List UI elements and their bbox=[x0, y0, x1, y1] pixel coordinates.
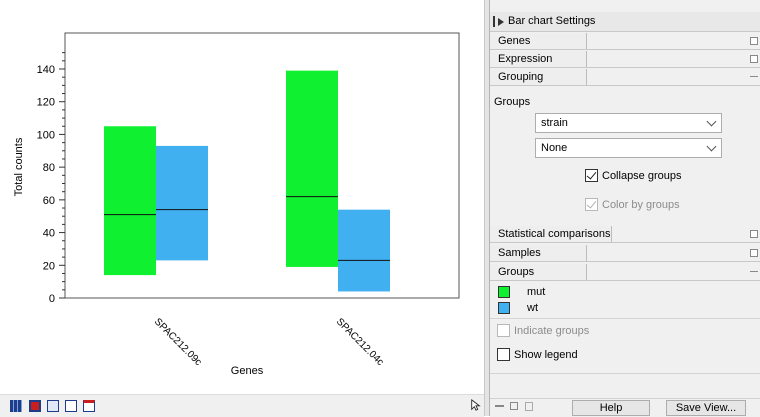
bar-chart: 0 20 40 60 80 100 120 140 Total counts SPAC212.09… bbox=[13, 32, 460, 377]
section-groups[interactable]: Groups bbox=[490, 264, 760, 281]
collapse-groups-label: Collapse groups bbox=[602, 170, 682, 182]
panel-title: Bar chart Settings bbox=[508, 15, 596, 27]
bar-mut bbox=[286, 70, 338, 267]
pdf-export-icon[interactable] bbox=[83, 400, 95, 412]
bar-chart-view-icon[interactable] bbox=[29, 400, 41, 412]
section-genes[interactable]: Genes bbox=[490, 33, 760, 50]
color-by-groups-label: Color by groups bbox=[602, 199, 680, 211]
section-expand-icon[interactable] bbox=[750, 249, 758, 257]
section-expand-icon[interactable] bbox=[750, 230, 758, 238]
section-label-expression-values: Expression values bbox=[490, 51, 587, 81]
section-collapse-icon[interactable] bbox=[750, 268, 758, 276]
save-view-button[interactable]: Save View... bbox=[666, 400, 746, 416]
y-tick-label: 140 bbox=[37, 64, 55, 76]
bar-mut bbox=[104, 126, 156, 276]
show-legend-label: Show legend bbox=[514, 349, 578, 361]
section-collapse-icon[interactable] bbox=[750, 73, 758, 81]
x-tick-label: SPAC212.04c bbox=[334, 316, 386, 368]
section-expand-icon[interactable] bbox=[750, 37, 758, 45]
y-tick-label: 100 bbox=[37, 129, 55, 141]
settings-menu-icon[interactable] bbox=[525, 402, 533, 411]
bar-wt bbox=[338, 209, 390, 292]
group-name: wt bbox=[527, 302, 538, 314]
color-by-groups-checkbox bbox=[585, 198, 598, 211]
group-row-mut[interactable]: mut bbox=[490, 286, 760, 299]
y-tick-label: 80 bbox=[43, 162, 55, 174]
indicate-groups-checkbox bbox=[497, 324, 510, 337]
expand-all-icon[interactable] bbox=[510, 402, 518, 410]
section-grouping[interactable]: Grouping bbox=[490, 69, 760, 86]
group-name: mut bbox=[527, 286, 546, 298]
bar-wt bbox=[156, 145, 208, 261]
section-samples[interactable]: Samples bbox=[490, 245, 760, 262]
section-expression-values[interactable]: Expression values bbox=[490, 51, 760, 81]
bottom-toolbar bbox=[0, 394, 484, 417]
chevron-down-icon bbox=[706, 141, 717, 152]
section-expand-icon[interactable] bbox=[750, 55, 758, 63]
divider bbox=[490, 373, 760, 374]
y-tick-label: 0 bbox=[49, 293, 55, 305]
groups-label: Groups bbox=[494, 96, 531, 108]
grouping-combo-2[interactable]: None bbox=[535, 138, 722, 158]
group-row-wt[interactable]: wt bbox=[490, 302, 760, 315]
chevron-down-icon bbox=[706, 116, 717, 127]
section-label-samples: Samples bbox=[490, 245, 587, 261]
x-tick-label: SPAC212.09c bbox=[152, 316, 204, 368]
y-axis-label: Total counts bbox=[13, 137, 25, 196]
section-label-grouping: Grouping bbox=[490, 69, 587, 85]
pointer-cursor-icon[interactable] bbox=[470, 399, 482, 411]
history-view-icon[interactable] bbox=[47, 400, 59, 412]
section-statistical-comparisons[interactable]: Statistical comparisons bbox=[490, 226, 760, 243]
grouping-combo-1-value: strain bbox=[541, 117, 568, 129]
chart-area: 0 20 40 60 80 100 120 140 Total counts SPAC212.09… bbox=[0, 0, 484, 394]
group-color-swatch[interactable] bbox=[498, 302, 510, 314]
settings-panel: Bar chart Settings Genes Expression valu… bbox=[489, 0, 760, 417]
group-color-swatch[interactable] bbox=[498, 286, 510, 298]
report-view-icon[interactable] bbox=[65, 400, 77, 412]
y-tick-label: 20 bbox=[43, 260, 55, 272]
grip-icon bbox=[493, 16, 495, 27]
panel-title-bar[interactable]: Bar chart Settings bbox=[490, 12, 760, 32]
divider bbox=[490, 318, 760, 319]
y-tick-label: 120 bbox=[37, 97, 55, 109]
x-axis-label: Genes bbox=[231, 365, 264, 377]
table-view-icon[interactable] bbox=[10, 400, 22, 412]
expand-arrow-icon[interactable] bbox=[498, 18, 504, 26]
help-button[interactable]: Help bbox=[572, 400, 650, 416]
section-label-statistical-comparisons: Statistical comparisons bbox=[490, 226, 612, 242]
section-label-genes: Genes bbox=[490, 33, 587, 49]
panel-bottom-bar: Help Save View... bbox=[490, 398, 760, 417]
y-tick-label: 40 bbox=[43, 228, 55, 240]
grouping-combo-2-value: None bbox=[541, 142, 568, 154]
collapse-all-icon[interactable] bbox=[495, 405, 504, 407]
collapse-groups-checkbox[interactable] bbox=[585, 169, 598, 182]
indicate-groups-label: Indicate groups bbox=[514, 325, 590, 337]
show-legend-checkbox[interactable] bbox=[497, 348, 510, 361]
grouping-combo-1[interactable]: strain bbox=[535, 113, 722, 133]
y-tick-label: 60 bbox=[43, 195, 55, 207]
section-label-groups: Groups bbox=[490, 264, 587, 280]
